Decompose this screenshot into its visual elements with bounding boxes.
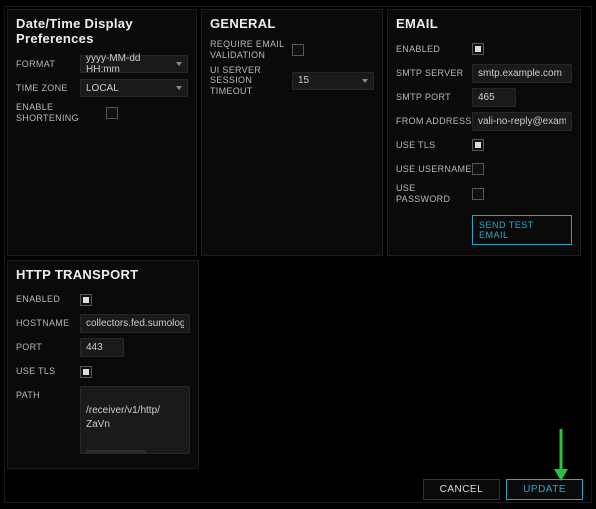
label-use-username: USE USERNAME	[396, 164, 472, 175]
select-format[interactable]: yyyy-MM-dd HH:mm	[80, 55, 188, 73]
panel-datetime: Date/Time Display Preferences FORMAT yyy…	[7, 9, 197, 256]
label-use-password: USE PASSWORD	[396, 183, 472, 205]
footer-bar: CANCEL UPDATE	[5, 476, 591, 502]
row-require-email: REQUIRE EMAIL VALIDATION	[210, 39, 374, 61]
label-hostname: HOSTNAME	[16, 318, 80, 329]
panel-email: EMAIL ENABLED SMTP SERVER SMTP PORT FROM…	[387, 9, 581, 256]
label-session-timeout: UI SERVER SESSION TIMEOUT	[210, 65, 292, 97]
row-port: PORT	[16, 338, 190, 358]
checkbox-http-tls[interactable]	[80, 366, 92, 378]
checkbox-use-password[interactable]	[472, 188, 484, 200]
row-smtp-server: SMTP SERVER	[396, 63, 572, 83]
label-require-email: REQUIRE EMAIL VALIDATION	[210, 39, 292, 61]
select-session-timeout[interactable]: 15	[292, 72, 374, 90]
path-text: /receiver/v1/http/ ZaVn	[86, 404, 184, 432]
input-smtp-server[interactable]	[472, 64, 572, 83]
row-format: FORMAT yyyy-MM-dd HH:mm	[16, 54, 188, 74]
panel-http: HTTP TRANSPORT ENABLED HOSTNAME PORT USE…	[7, 260, 199, 469]
row-email-tls: USE TLS	[396, 135, 572, 155]
panel-title-datetime: Date/Time Display Preferences	[16, 16, 188, 46]
label-from-address: FROM ADDRESS	[396, 116, 472, 127]
checkbox-http-enabled[interactable]	[80, 294, 92, 306]
row-http-tls: USE TLS	[16, 362, 190, 382]
input-port[interactable]	[80, 338, 124, 357]
checkbox-email-enabled[interactable]	[472, 43, 484, 55]
panel-title-http: HTTP TRANSPORT	[16, 267, 190, 282]
checkbox-require-email[interactable]	[292, 44, 304, 56]
label-path: PATH	[16, 386, 80, 401]
chevron-down-icon	[362, 79, 368, 83]
panel-title-general: GENERAL	[210, 16, 374, 31]
label-smtp-port: SMTP PORT	[396, 92, 472, 103]
select-format-value: yyyy-MM-dd HH:mm	[86, 53, 176, 75]
input-smtp-port[interactable]	[472, 88, 516, 107]
label-email-enabled: ENABLED	[396, 44, 472, 55]
row-hostname: HOSTNAME	[16, 314, 190, 334]
row-shortening: ENABLE SHORTENING	[16, 102, 188, 124]
row-use-username: USE USERNAME	[396, 159, 572, 179]
cancel-button[interactable]: CANCEL	[423, 479, 501, 500]
checkbox-email-tls[interactable]	[472, 139, 484, 151]
row-use-password: USE PASSWORD	[396, 183, 572, 205]
checkbox-use-username[interactable]	[472, 163, 484, 175]
input-hostname[interactable]	[80, 314, 190, 333]
select-timezone[interactable]: LOCAL	[80, 79, 188, 97]
chevron-down-icon	[176, 62, 182, 66]
label-timezone: TIME ZONE	[16, 83, 80, 94]
row-session-timeout: UI SERVER SESSION TIMEOUT 15	[210, 65, 374, 97]
row-path: PATH /receiver/v1/http/ ZaVn	[16, 386, 190, 454]
label-format: FORMAT	[16, 59, 80, 70]
update-button[interactable]: UPDATE	[506, 479, 583, 500]
label-shortening: ENABLE SHORTENING	[16, 102, 106, 124]
label-port: PORT	[16, 342, 80, 353]
row-http-enabled: ENABLED	[16, 290, 190, 310]
send-test-email-button[interactable]: SEND TEST EMAIL	[472, 215, 572, 245]
redacted-line	[86, 450, 146, 454]
label-http-enabled: ENABLED	[16, 294, 80, 305]
panel-general: GENERAL REQUIRE EMAIL VALIDATION UI SERV…	[201, 9, 383, 256]
panel-title-email: EMAIL	[396, 16, 572, 31]
label-smtp-server: SMTP SERVER	[396, 68, 472, 79]
row-timezone: TIME ZONE LOCAL	[16, 78, 188, 98]
chevron-down-icon	[176, 86, 182, 90]
input-from-address[interactable]	[472, 112, 572, 131]
label-http-tls: USE TLS	[16, 366, 80, 377]
row-email-enabled: ENABLED	[396, 39, 572, 59]
select-timezone-value: LOCAL	[86, 83, 119, 94]
row-smtp-port: SMTP PORT	[396, 87, 572, 107]
label-email-tls: USE TLS	[396, 140, 472, 151]
checkbox-shortening[interactable]	[106, 107, 118, 119]
row-from-address: FROM ADDRESS	[396, 111, 572, 131]
select-session-timeout-value: 15	[298, 75, 309, 86]
textarea-path[interactable]: /receiver/v1/http/ ZaVn	[80, 386, 190, 454]
